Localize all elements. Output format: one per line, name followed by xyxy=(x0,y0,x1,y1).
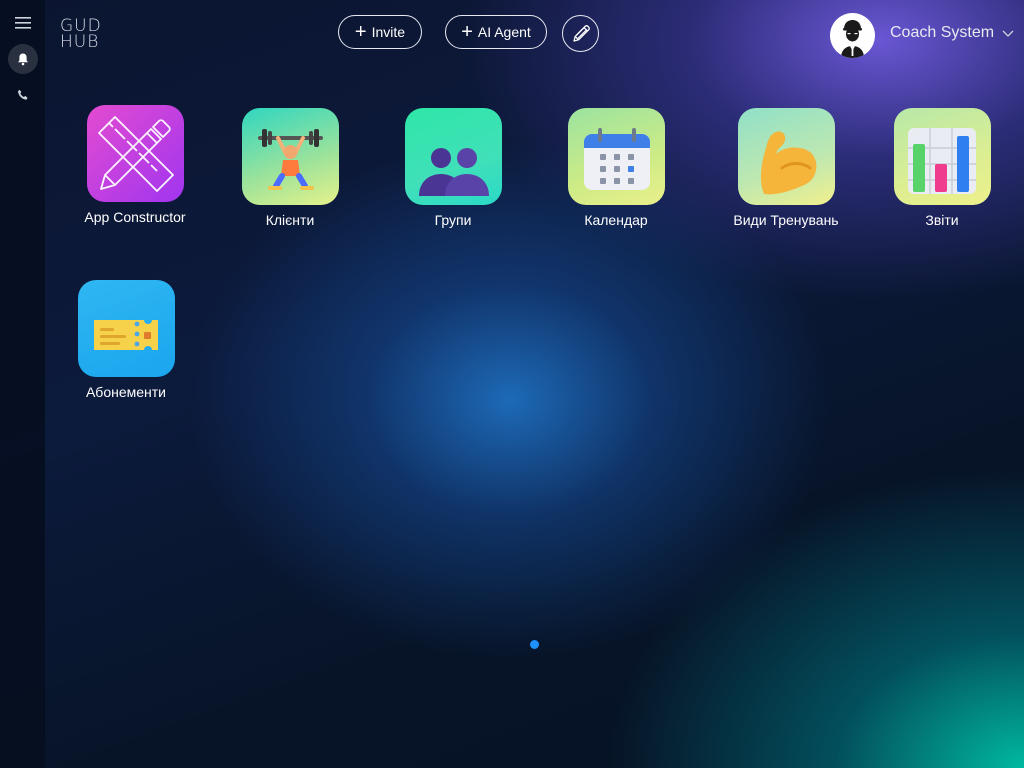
plus-icon: + xyxy=(354,21,367,43)
gudhub-logo[interactable]: GUD HUB xyxy=(60,18,102,52)
ai-agent-label: AI Agent xyxy=(477,24,531,40)
calendar-icon xyxy=(567,108,665,205)
page-indicator-dot[interactable] xyxy=(530,640,539,649)
app-tile-calendar[interactable]: Календар xyxy=(541,108,691,228)
app-label: Абонементи xyxy=(85,384,167,400)
biceps-icon xyxy=(737,108,835,205)
app-label: Календар xyxy=(584,212,648,228)
pencil-ruler-icon xyxy=(86,105,184,202)
phone-icon[interactable] xyxy=(8,80,38,110)
app-label: Групи xyxy=(434,212,472,228)
plus-icon: + xyxy=(461,21,473,43)
pencil-icon xyxy=(572,24,590,42)
app-label: Звіти xyxy=(925,212,959,228)
app-tile-training-types[interactable]: Види Тренувань xyxy=(711,108,861,228)
app-label: Види Тренувань xyxy=(733,212,839,228)
app-label: App Constructor xyxy=(84,209,186,225)
app-tile-subscriptions[interactable]: Абонементи xyxy=(51,280,201,400)
sidebar xyxy=(0,0,45,768)
invite-label: Invite xyxy=(371,24,406,40)
app-tile-clients[interactable]: Клієнти xyxy=(215,108,365,228)
chevron-down-icon[interactable] xyxy=(1002,30,1014,38)
ai-agent-button[interactable]: + AI Agent xyxy=(445,15,547,49)
avatar[interactable] xyxy=(830,13,875,58)
app-tile-app-constructor[interactable]: App Constructor xyxy=(60,105,210,225)
bell-icon[interactable] xyxy=(8,44,38,74)
logo-line-2: HUB xyxy=(60,32,100,52)
bar-chart-icon xyxy=(893,108,991,205)
menu-icon[interactable] xyxy=(8,8,38,38)
group-users-icon xyxy=(404,108,502,205)
invite-button[interactable]: + Invite xyxy=(338,15,422,49)
app-tile-reports[interactable]: Звіти xyxy=(867,108,1017,228)
edit-button[interactable] xyxy=(562,15,599,52)
user-name[interactable]: Coach System xyxy=(890,24,994,42)
app-label: Клієнти xyxy=(265,212,315,228)
app-tile-groups[interactable]: Групи xyxy=(378,108,528,228)
ticket-icon xyxy=(77,280,175,377)
weightlifter-icon xyxy=(241,108,339,205)
